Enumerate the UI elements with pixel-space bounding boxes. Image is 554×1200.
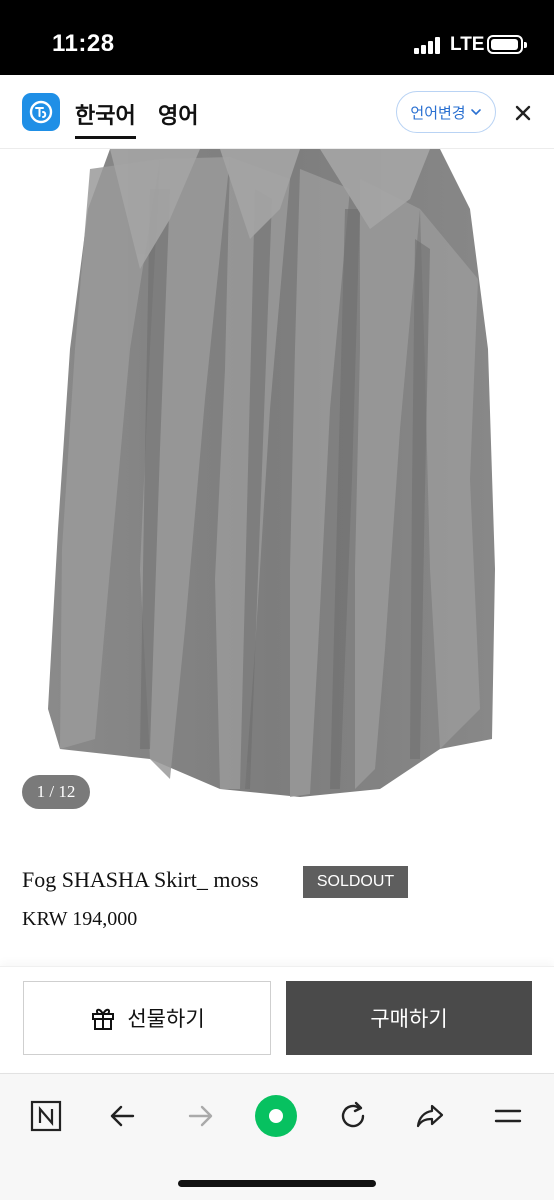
forward-arrow-icon[interactable] [178, 1094, 222, 1138]
app-header: 한국어 영어 언어변경 [0, 75, 554, 149]
network-label: LTE [450, 34, 485, 55]
gift-button[interactable]: 선물하기 [23, 981, 271, 1055]
green-dot-icon[interactable] [254, 1094, 298, 1138]
status-badge: SOLDOUT [303, 866, 408, 898]
buy-button[interactable]: 구매하기 [286, 981, 532, 1055]
product-price: KRW 194,000 [22, 908, 138, 930]
action-bar: 선물하기 구매하기 [0, 966, 554, 1072]
close-icon[interactable] [510, 100, 536, 126]
status-bar: 11:28 LTE [0, 0, 554, 75]
share-icon[interactable] [408, 1094, 452, 1138]
status-time: 11:28 [52, 30, 115, 57]
gift-icon [92, 1008, 115, 1030]
tab-korean[interactable]: 한국어 [75, 98, 136, 139]
menu-icon[interactable] [486, 1094, 530, 1138]
gift-button-label: 선물하기 [127, 1008, 205, 1031]
home-indicator [178, 1180, 376, 1187]
change-language-button[interactable]: 언어변경 [396, 91, 496, 133]
image-counter: 1 / 12 [22, 775, 90, 809]
translate-logo-icon[interactable] [22, 93, 60, 131]
chevron-down-icon [470, 109, 481, 116]
buy-button-label: 구매하기 [370, 1008, 448, 1031]
back-arrow-icon[interactable] [101, 1094, 145, 1138]
battery-icon [487, 35, 527, 54]
reload-icon[interactable] [331, 1094, 375, 1138]
tab-english[interactable]: 영어 [158, 98, 198, 130]
change-language-label: 언어변경 [410, 104, 466, 122]
naver-n-icon[interactable] [24, 1094, 68, 1138]
product-image[interactable] [0, 149, 554, 825]
signal-icon [414, 36, 444, 54]
product-name: Fog SHASHA Skirt_ moss [22, 867, 259, 892]
